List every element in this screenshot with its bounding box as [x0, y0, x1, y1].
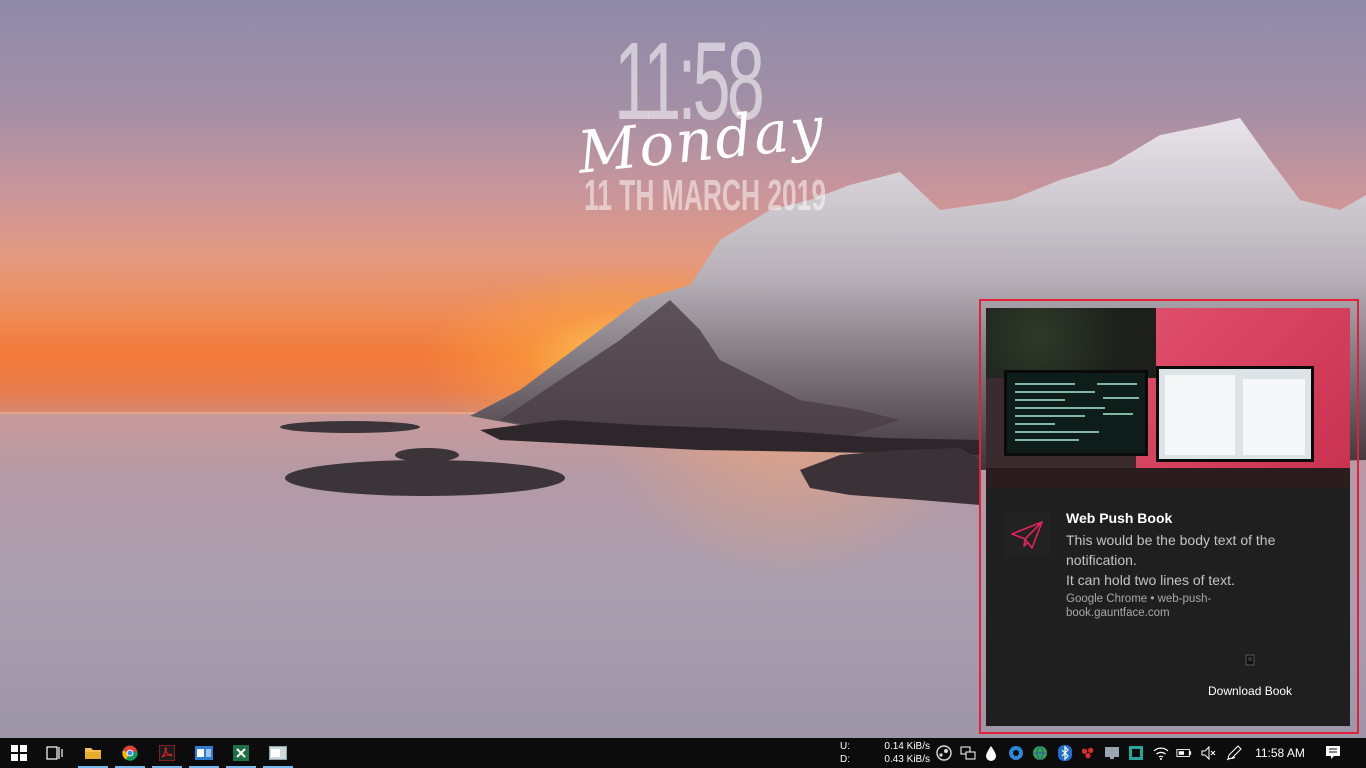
- download-book-button[interactable]: Download Book: [1208, 684, 1292, 698]
- outlook-button[interactable]: [185, 738, 223, 768]
- download-speed: 0.43 KiB/s: [884, 754, 930, 765]
- hero-monitor-right: [1156, 366, 1314, 462]
- task-view-button[interactable]: [36, 738, 74, 768]
- chrome-icon: [122, 745, 138, 761]
- excel-icon: [233, 745, 249, 761]
- pen-icon[interactable]: [1226, 745, 1242, 761]
- taskbar-clock[interactable]: 11:58 AM: [1250, 738, 1310, 768]
- acrobat-button[interactable]: [148, 738, 186, 768]
- notification-body-line-1: This would be the body text of the notif…: [1066, 532, 1276, 568]
- download-label: D:: [840, 754, 850, 765]
- clock-widget-date: 11 TH MARCH 2019: [584, 171, 827, 220]
- task-view-icon: [46, 746, 63, 760]
- droplet-icon[interactable]: [983, 745, 999, 761]
- upload-speed: 0.14 KiB/s: [884, 741, 930, 752]
- hero-desk: [986, 468, 1350, 488]
- start-button[interactable]: [0, 738, 38, 768]
- wifi-icon[interactable]: [1153, 745, 1169, 761]
- window-button[interactable]: [259, 738, 297, 768]
- hero-plants: [986, 308, 1156, 378]
- edge-update-icon[interactable]: [1008, 745, 1024, 761]
- notification-text: This would be the body text of the notif…: [1066, 530, 1326, 590]
- bluetooth-icon[interactable]: [1057, 745, 1073, 761]
- rock: [285, 460, 565, 496]
- book-icon: [1242, 652, 1258, 668]
- red-cluster-icon[interactable]: [1080, 745, 1096, 761]
- excel-button[interactable]: [222, 738, 260, 768]
- steam-icon[interactable]: [936, 745, 952, 761]
- action-center-icon[interactable]: [1325, 745, 1341, 761]
- volume-muted-icon[interactable]: [1200, 745, 1216, 761]
- rock: [280, 421, 420, 433]
- notification-body: Web Push Book This would be the body tex…: [986, 488, 1350, 726]
- pdf-icon: [159, 745, 175, 761]
- chrome-button[interactable]: [111, 738, 149, 768]
- foreground-rocks: [800, 448, 980, 505]
- battery-icon[interactable]: [1176, 745, 1192, 761]
- paper-plane-icon: [1004, 512, 1050, 558]
- window-icon: [269, 746, 287, 760]
- push-notification[interactable]: Web Push Book This would be the body tex…: [986, 308, 1350, 726]
- notification-title: Web Push Book: [1066, 510, 1173, 526]
- taskbar: U: D: 0.14 KiB/s 0.43 KiB/s 11:58 AM: [0, 738, 1366, 768]
- file-explorer-button[interactable]: [74, 738, 112, 768]
- teal-app-icon[interactable]: [1128, 745, 1144, 761]
- windows-icon: [11, 745, 27, 761]
- display-icon[interactable]: [1104, 745, 1120, 761]
- notification-hero-image: [986, 308, 1350, 488]
- notification-body-line-2: It can hold two lines of text.: [1066, 572, 1235, 588]
- mail-icon: [195, 746, 213, 760]
- globe-icon[interactable]: [1032, 745, 1048, 761]
- folder-icon: [85, 748, 101, 759]
- hero-monitor-left: [1004, 370, 1148, 456]
- network-monitor-icon[interactable]: [960, 745, 976, 761]
- notification-source: Google Chrome • web-push-book.gauntface.…: [1066, 593, 1212, 619]
- upload-label: U:: [840, 741, 850, 752]
